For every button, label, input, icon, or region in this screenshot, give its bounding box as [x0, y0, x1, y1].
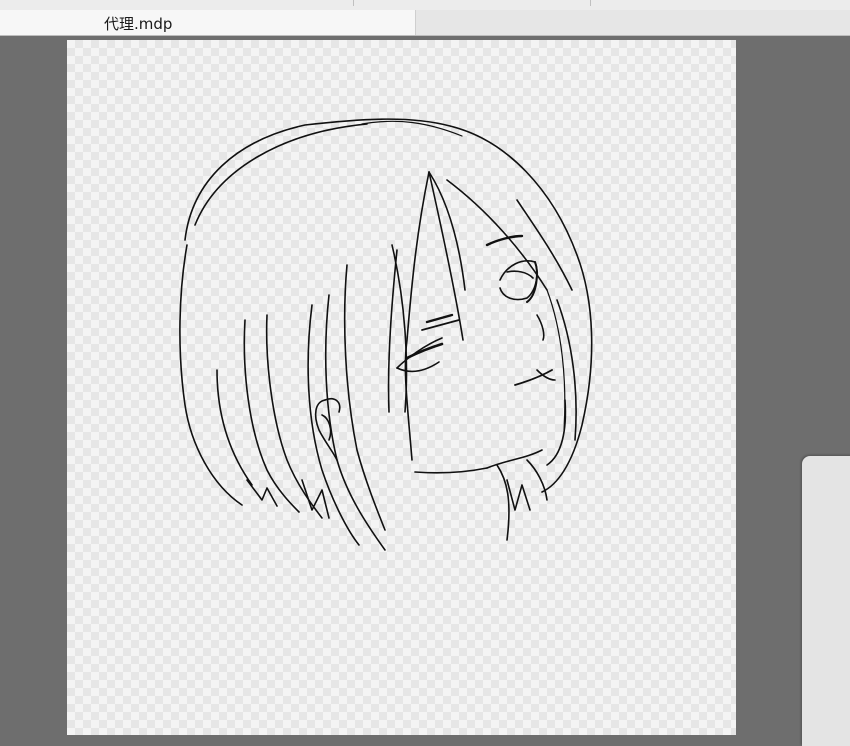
toolbar-separator	[353, 0, 354, 6]
side-panel[interactable]	[802, 456, 850, 746]
canvas-workspace[interactable]	[0, 36, 850, 735]
sketch-drawing	[179, 118, 593, 551]
document-tab-title: 代理.mdp	[104, 15, 173, 33]
drawing-canvas[interactable]	[67, 40, 736, 735]
toolbar-separator	[590, 0, 591, 6]
document-tab[interactable]: 代理.mdp	[0, 10, 416, 35]
document-tab-bar: 代理.mdp	[0, 10, 850, 36]
